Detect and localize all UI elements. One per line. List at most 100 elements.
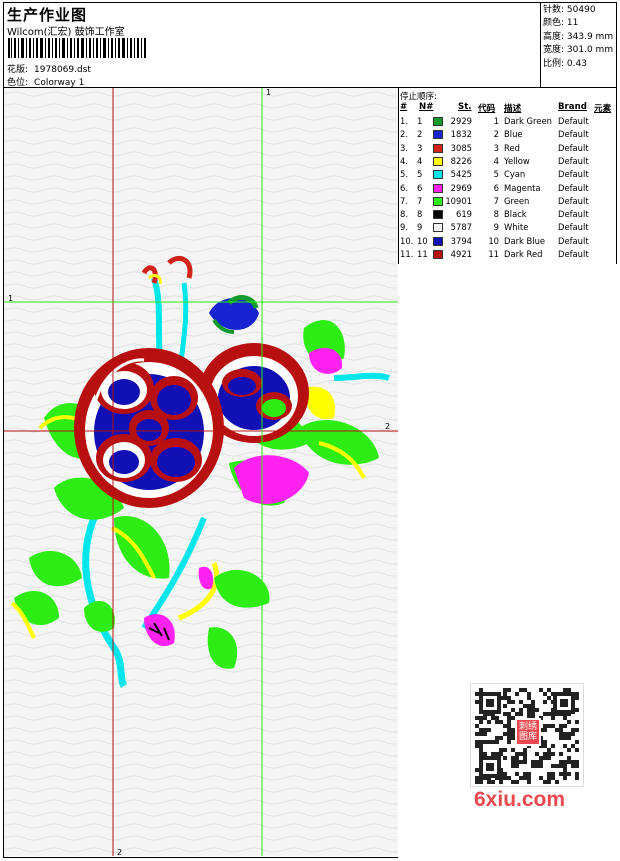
row-description: White [504, 222, 529, 233]
embroidery-preview: 1 1 2 2 [4, 88, 399, 856]
stat-width: 宽度: 301.0 mm [543, 45, 614, 56]
col-st: St. [458, 102, 472, 112]
row-number: 8. [400, 209, 408, 220]
row-needle: 10 [417, 235, 428, 246]
row-code: 8 [493, 209, 499, 220]
row-code: 5 [493, 169, 499, 180]
design-file-label: 花版: [7, 65, 29, 75]
stop-sequence-table: 停止顺序: # N# St. 代码 描述 Brand 元素 1. 1 2929 1 Da… [398, 88, 617, 265]
row-description: Green [504, 195, 530, 206]
guide-label-h2: 2 [385, 422, 391, 431]
row-code: 11 [488, 249, 499, 259]
row-number: 10. [400, 235, 414, 246]
row-number: 4. [400, 155, 408, 166]
design-stats: 针数: 50490 颜色: 11 高度: 343.9 mm 宽度: 301.0 … [543, 4, 613, 71]
row-description: Cyan [504, 169, 526, 180]
row-needle: 8 [417, 209, 423, 220]
table-row: 11. 11 4921 11 Dark Red Default [398, 249, 617, 262]
table-row: 10. 10 3794 10 Dark Blue Default [398, 236, 617, 249]
table-row: 4. 4 8226 4 Yellow Default [398, 156, 617, 169]
row-code: 1 [493, 116, 499, 126]
row-description: Red [504, 142, 520, 153]
row-stitches: 619 [456, 209, 472, 220]
row-stitches: 2929 [450, 116, 472, 126]
row-code: 7 [493, 195, 499, 206]
col-code: 代码 [478, 104, 496, 114]
row-code: 6 [493, 182, 499, 193]
row-number: 1. [400, 116, 408, 126]
table-row: 3. 3 3085 3 Red Default [398, 143, 617, 156]
stop-sequence-title: 停止顺序: [400, 92, 437, 102]
watermark-text: 6xiu.com [474, 788, 566, 811]
row-stitches: 10901 [445, 195, 472, 206]
qr-stamp-text: 刺绣图库 [518, 722, 537, 742]
row-code: 2 [493, 129, 499, 140]
row-number: 2. [400, 129, 408, 140]
row-brand: Default [558, 249, 589, 259]
row-description: Black [504, 209, 527, 220]
row-code: 3 [493, 142, 499, 153]
table-row: 1. 1 2929 1 Dark Green Default [398, 116, 617, 129]
color-swatch [433, 250, 443, 259]
col-hash: # [400, 102, 408, 112]
color-swatch [433, 223, 443, 233]
row-brand: Default [558, 222, 589, 233]
color-swatch [433, 236, 443, 246]
guide-label-h1: 1 [8, 294, 14, 303]
row-needle: 4 [417, 155, 423, 166]
stat-stitches: 针数: 50490 [543, 5, 596, 15]
row-stitches: 5787 [450, 222, 472, 233]
qr-code: 刺绣图库 [470, 683, 584, 787]
embroidery-design [4, 88, 398, 856]
color-swatch [433, 170, 443, 180]
table-row: 2. 2 1832 2 Blue Default [398, 129, 617, 142]
header-divider [540, 2, 541, 88]
row-stitches: 3085 [450, 142, 472, 153]
row-brand: Default [558, 142, 589, 153]
guide-label-v1: 1 [266, 88, 272, 97]
design-file-value: 1978069.dst [34, 65, 91, 75]
color-swatch [433, 143, 443, 153]
row-number: 6. [400, 182, 408, 193]
row-stitches: 3794 [450, 235, 472, 246]
row-stitches: 2969 [450, 182, 472, 193]
row-needle: 2 [417, 129, 423, 140]
row-brand: Default [558, 235, 589, 246]
col-brand: Brand [558, 102, 587, 112]
row-description: Magenta [504, 182, 541, 193]
row-description: Dark Red [504, 249, 543, 259]
header: 生产作业图 Wilcom(汇宏) 鼓饰工作室 花版: 1978069.dst 色位… [3, 2, 617, 88]
page-title: 生产作业图 [7, 6, 88, 24]
stat-colors: 颜色: 11 [543, 18, 579, 29]
row-needle: 11 [417, 249, 428, 259]
row-brand: Default [558, 195, 589, 206]
row-description: Dark Green [504, 116, 552, 126]
col-element: 元素 [594, 104, 612, 114]
color-swatch [433, 156, 443, 166]
stat-height: 高度: 343.9 mm [543, 31, 614, 42]
barcode [8, 38, 146, 58]
color-swatch [433, 196, 443, 206]
row-description: Dark Blue [504, 235, 546, 246]
table-row: 8. 8 619 8 Black Default [398, 209, 617, 222]
row-needle: 7 [417, 195, 423, 206]
table-row: 5. 5 5425 5 Cyan Default [398, 169, 617, 182]
col-n: N# [419, 102, 434, 112]
colorway-label: 色位: [7, 78, 29, 88]
row-number: 7. [400, 195, 408, 206]
row-number: 3. [400, 142, 408, 153]
row-stitches: 8226 [450, 155, 472, 166]
color-swatch [433, 117, 443, 126]
row-needle: 3 [417, 142, 423, 153]
row-description: Blue [504, 129, 523, 140]
design-file-line: 花版: 1978069.dst [7, 62, 91, 75]
guide-label-v2: 2 [117, 848, 123, 856]
row-description: Yellow [504, 155, 530, 166]
table-row: 6. 6 2969 6 Magenta Default [398, 183, 617, 196]
row-stitches: 4921 [450, 249, 472, 259]
row-brand: Default [558, 182, 589, 193]
row-code: 10 [488, 235, 499, 246]
row-number: 5. [400, 169, 408, 180]
row-stitches: 5425 [450, 169, 472, 180]
row-code: 4 [493, 155, 499, 166]
